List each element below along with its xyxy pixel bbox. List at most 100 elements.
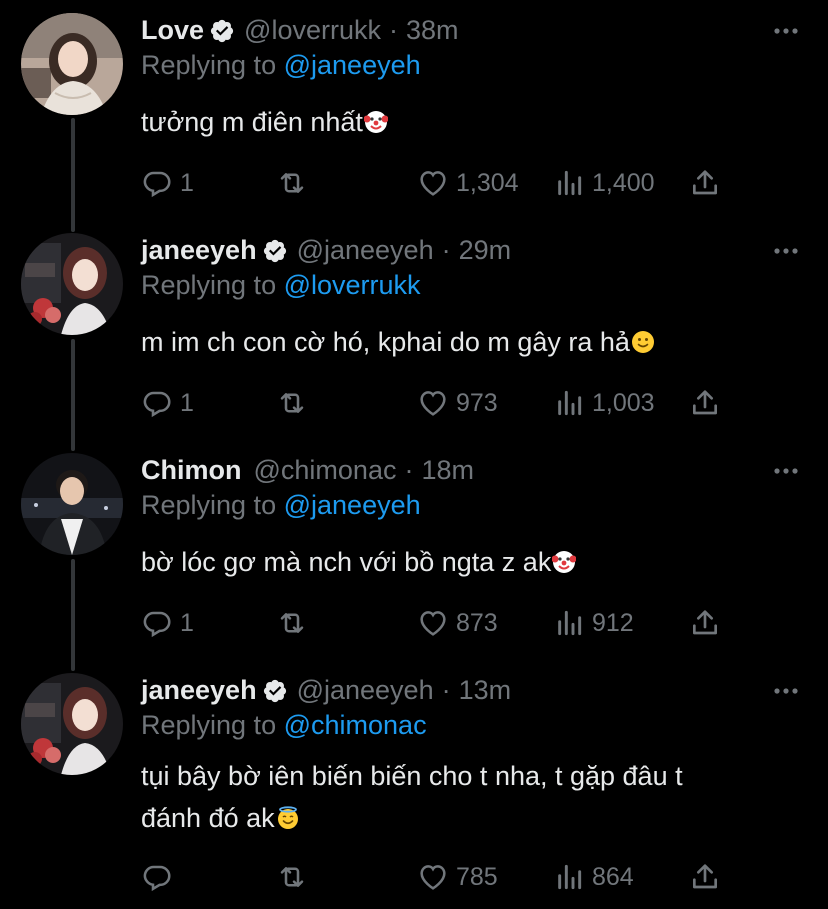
avatar[interactable]	[21, 453, 123, 555]
heart-icon	[420, 391, 446, 416]
reply-icon	[143, 611, 171, 638]
verified-badge-icon	[210, 19, 234, 42]
separator-dot: ·	[404, 455, 414, 485]
timestamp[interactable]: 13m	[459, 675, 512, 706]
views-chart-icon	[558, 610, 582, 636]
separator-dot: ·	[441, 235, 451, 265]
user-handle[interactable]: @janeeyeh	[297, 675, 434, 706]
share-icon	[693, 610, 717, 635]
tweet[interactable]: Love @loverrukk · 38m Replying to @janee…	[0, 0, 828, 220]
heart-icon	[420, 611, 446, 636]
timestamp[interactable]: 29m	[459, 235, 512, 266]
views-button[interactable]: 1,003	[553, 383, 655, 423]
share-button[interactable]	[689, 163, 721, 203]
reply-count: 1	[180, 608, 194, 637]
like-button[interactable]: 973	[417, 383, 498, 423]
like-button[interactable]: 1,304	[417, 163, 519, 203]
display-name[interactable]: janeeyeh	[141, 235, 257, 266]
mention-link[interactable]: @janeeyeh	[284, 490, 421, 520]
heart-icon	[420, 171, 446, 196]
tweet-text-line: tưởng m điên nhất	[141, 107, 363, 137]
reply-count: 1	[180, 168, 194, 197]
tweet[interactable]: janeeyeh @janeeyeh · 13m Replying to @ch…	[0, 660, 828, 909]
tweet-text-line: bờ lóc gơ mà nch với bồ ngta z ak	[141, 547, 552, 577]
share-button[interactable]	[689, 383, 721, 423]
tweet-text-line: tụi bây bờ iên biến biến cho t nha, t gặ…	[141, 761, 683, 791]
mention-link[interactable]: @janeeyeh	[284, 50, 421, 80]
separator-dot: ·	[441, 675, 451, 705]
user-handle[interactable]: @loverrukk	[244, 15, 381, 46]
views-button[interactable]: 912	[553, 603, 634, 643]
clown-face-emoji	[363, 111, 388, 133]
timestamp[interactable]: 18m	[421, 455, 474, 486]
share-button[interactable]	[689, 603, 721, 643]
retweet-icon	[280, 173, 304, 193]
tweet-text: tụi bây bờ iên biến biến cho t nha, t gặ…	[141, 755, 683, 839]
retweet-icon	[280, 393, 304, 413]
reply-button[interactable]	[141, 857, 180, 897]
avatar[interactable]	[21, 233, 123, 335]
reply-button[interactable]: 1	[141, 163, 194, 203]
like-button[interactable]: 873	[417, 603, 498, 643]
timestamp[interactable]: 38m	[406, 15, 459, 46]
more-options-icon[interactable]	[773, 244, 799, 258]
mention-link[interactable]: @chimonac	[284, 710, 427, 740]
tweet-text-line: đánh đó ak	[141, 803, 275, 833]
views-chart-icon	[558, 170, 582, 196]
retweet-button[interactable]	[276, 383, 308, 423]
retweet-button[interactable]	[276, 163, 308, 203]
more-options-icon[interactable]	[773, 684, 799, 698]
view-count: 1,003	[592, 388, 655, 417]
view-count: 1,400	[592, 168, 655, 197]
share-button[interactable]	[689, 857, 721, 897]
display-name[interactable]: janeeyeh	[141, 675, 257, 706]
action-bar: 1 873 912	[141, 603, 741, 643]
like-count: 973	[456, 388, 498, 417]
retweet-icon	[280, 613, 304, 633]
retweet-button[interactable]	[276, 857, 308, 897]
user-handle[interactable]: @chimonac	[254, 455, 397, 486]
retweet-button[interactable]	[276, 603, 308, 643]
views-button[interactable]: 1,400	[553, 163, 655, 203]
avatar[interactable]	[21, 13, 123, 115]
share-icon	[693, 170, 717, 195]
tweet[interactable]: Chimon @chimonac · 18m Replying to @jane…	[0, 440, 828, 660]
avatar[interactable]	[21, 673, 123, 775]
share-icon	[693, 390, 717, 415]
verified-badge-icon	[263, 239, 286, 262]
display-name[interactable]: Chimon	[141, 455, 242, 486]
smiling-face-with-halo-emoji	[277, 806, 298, 829]
clown-face-emoji	[552, 551, 577, 573]
more-options-icon[interactable]	[773, 464, 799, 478]
reply-count: 1	[180, 388, 194, 417]
like-count: 1,304	[456, 168, 519, 197]
verified-badge-icon	[263, 679, 286, 702]
like-button[interactable]: 785	[417, 857, 498, 897]
reply-icon	[143, 171, 171, 198]
reply-icon	[143, 391, 171, 418]
replying-to: Replying to @janeeyeh	[141, 50, 421, 81]
replying-to-label: Replying to	[141, 270, 277, 300]
heart-icon	[420, 865, 446, 890]
tweet-text: tưởng m điên nhất	[141, 101, 388, 143]
action-bar: 1 1,304 1,400	[141, 163, 741, 203]
like-count: 873	[456, 608, 498, 637]
tweet-text-line-2: đánh đó ak	[141, 797, 683, 839]
reply-button[interactable]: 1	[141, 603, 194, 643]
views-button[interactable]: 864	[553, 857, 634, 897]
user-handle[interactable]: @janeeyeh	[297, 235, 434, 266]
separator-dot: ·	[388, 15, 398, 45]
view-count: 912	[592, 608, 634, 637]
more-options-icon[interactable]	[773, 24, 799, 38]
action-bar: 1 973 1,003	[141, 383, 741, 423]
display-name[interactable]: Love	[141, 15, 204, 46]
views-chart-icon	[558, 390, 582, 416]
replying-to: Replying to @janeeyeh	[141, 490, 421, 521]
mention-link[interactable]: @loverrukk	[284, 270, 421, 300]
replying-to-label: Replying to	[141, 710, 277, 740]
tweet[interactable]: janeeyeh @janeeyeh · 29m Replying to @lo…	[0, 220, 828, 440]
retweet-icon	[280, 867, 304, 887]
replying-to: Replying to @loverrukk	[141, 270, 421, 301]
slightly-smiling-face-emoji	[631, 331, 654, 353]
reply-button[interactable]: 1	[141, 383, 194, 423]
